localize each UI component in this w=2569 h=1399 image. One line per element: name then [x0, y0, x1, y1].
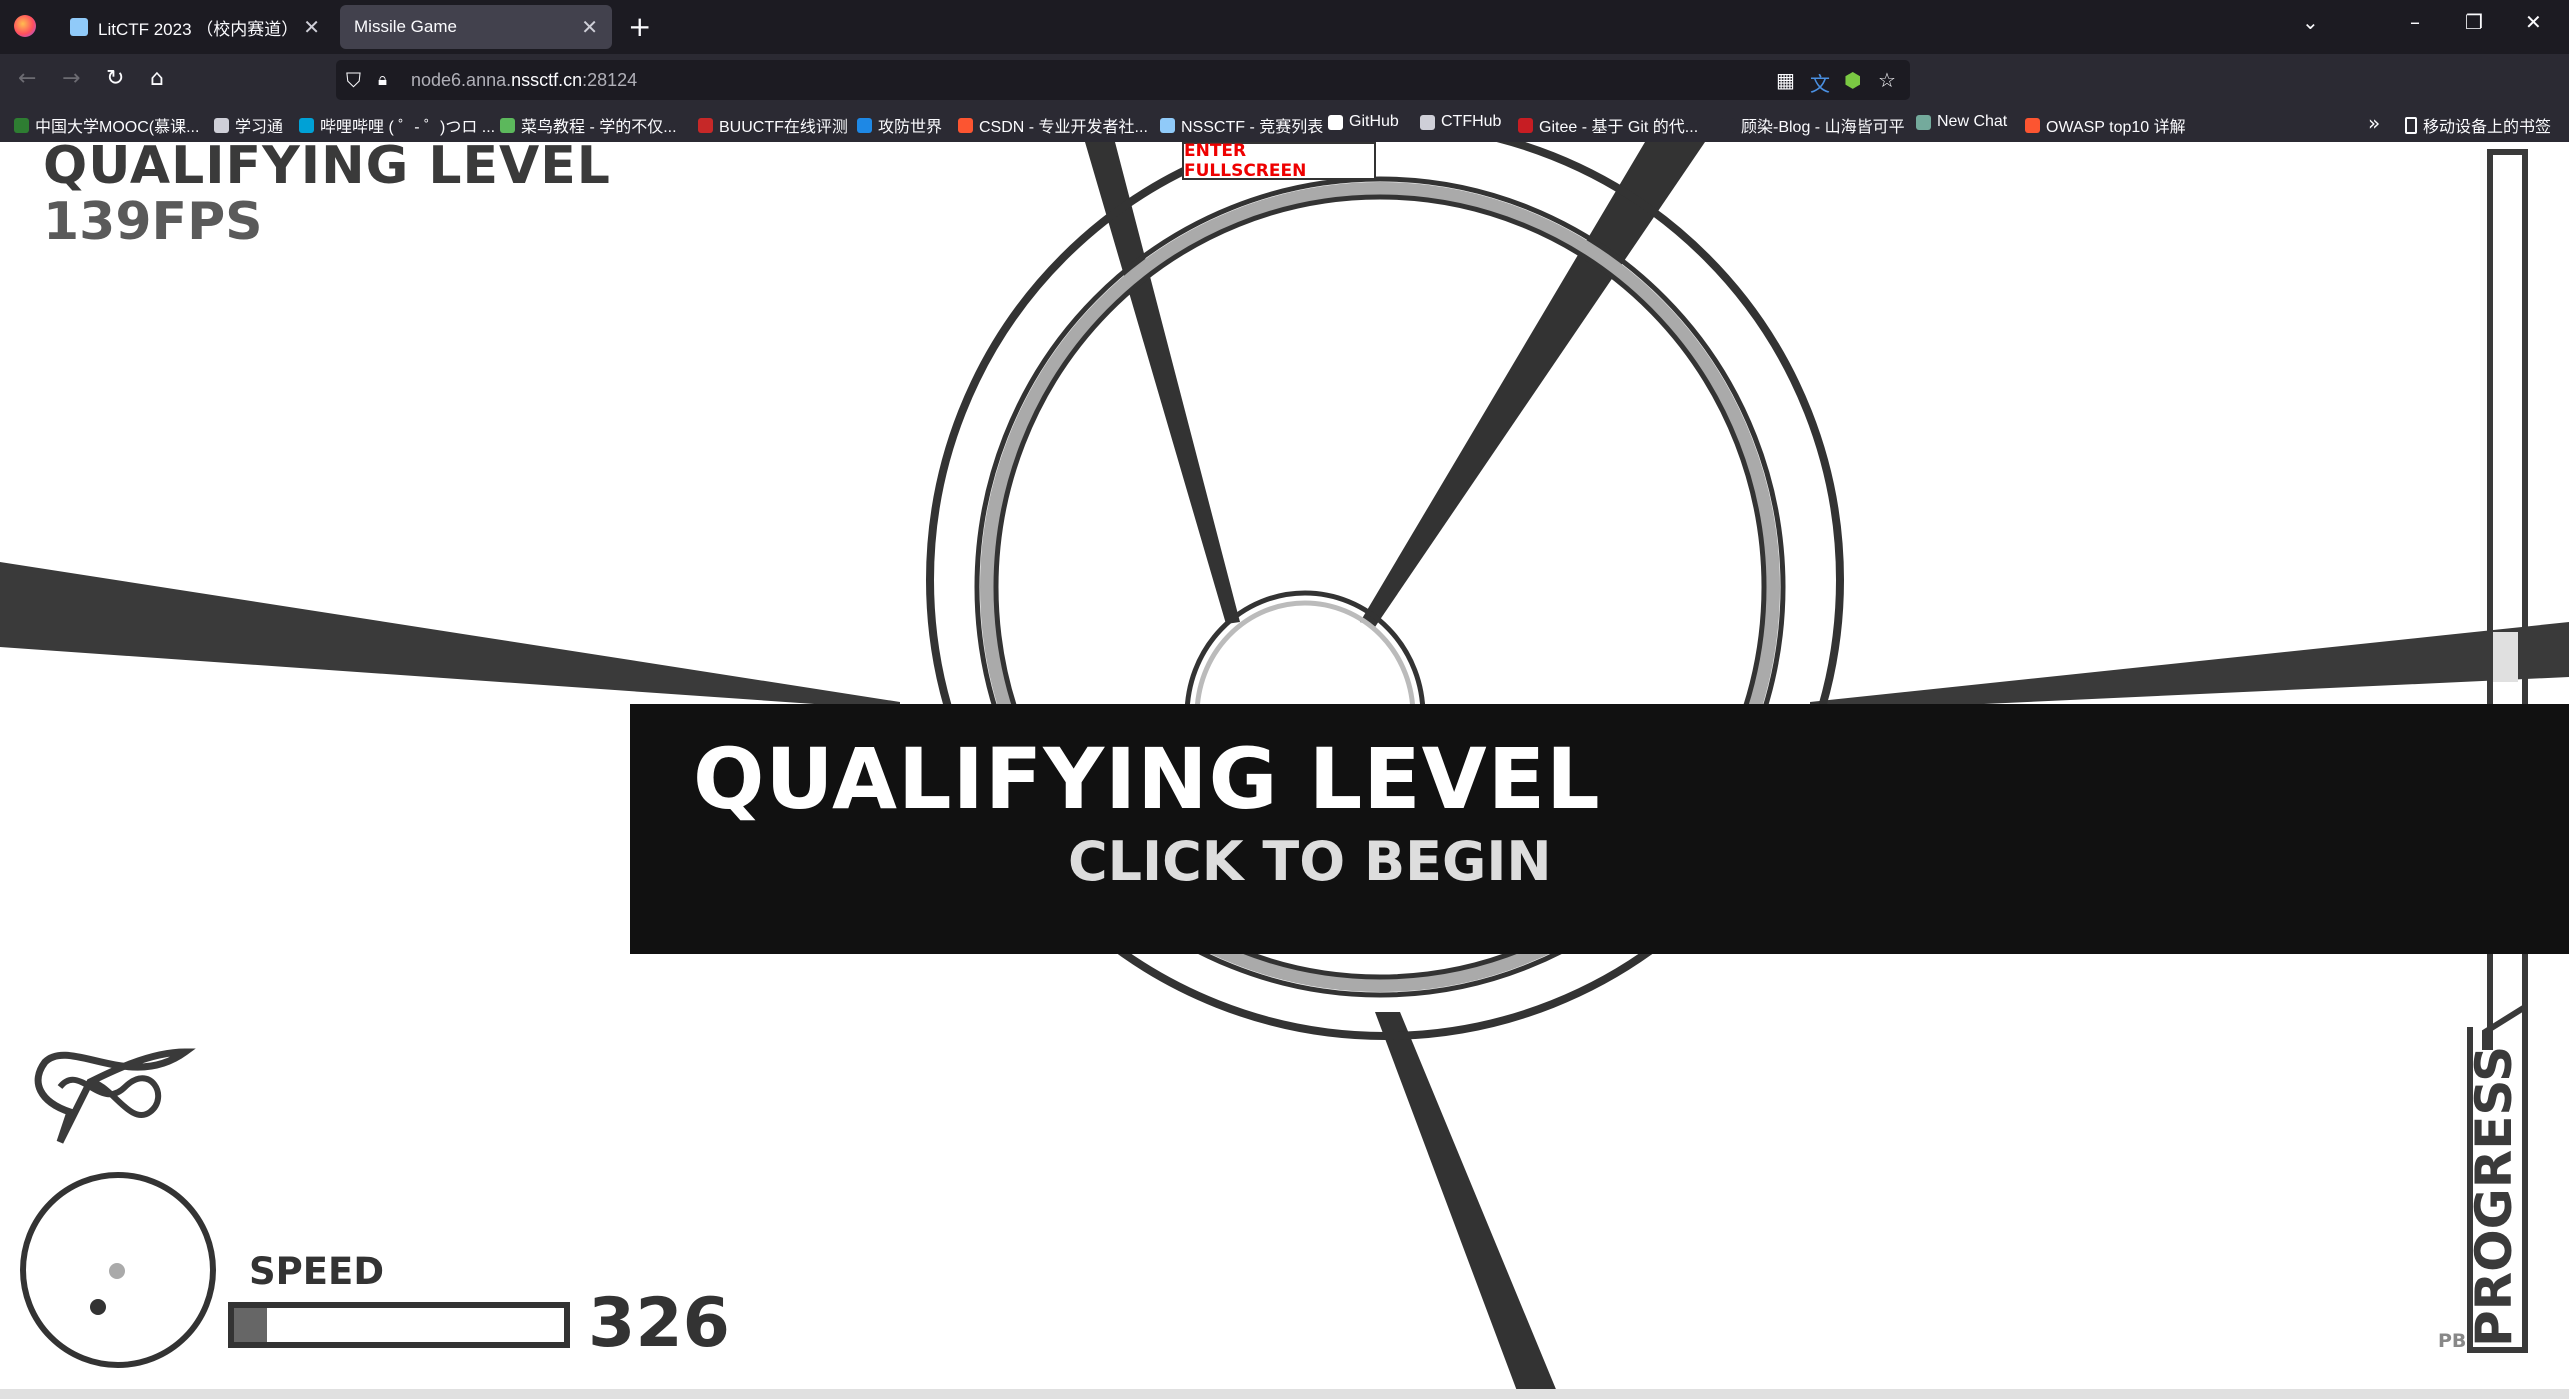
- bookmark-label: 顾染-Blog - 山海皆可平: [1741, 119, 1905, 136]
- click-to-begin-text[interactable]: CLICK TO BEGIN: [1068, 830, 1552, 893]
- bookmark-label: CTFHub: [1441, 113, 1502, 130]
- bookmark-item[interactable]: CSDN - 专业开发者社...: [958, 113, 1148, 137]
- bookmark-item[interactable]: 顾染-Blog - 山海皆可平: [1720, 113, 1905, 137]
- url-text[interactable]: node6.anna.nssctf.cn:28124: [411, 70, 637, 91]
- horizontal-scrollbar[interactable]: [0, 1389, 2569, 1399]
- bookmark-favicon-icon: [299, 117, 314, 133]
- tab-bar: LitCTF 2023 （校内赛道）| NSS ✕ Missile Game ✕…: [0, 0, 2569, 54]
- tab-label: Missile Game: [354, 17, 457, 36]
- bookmark-item[interactable]: BUUCTF在线评测: [698, 113, 848, 137]
- bookmark-label: BUUCTF在线评测: [719, 119, 848, 136]
- extension-icon[interactable]: ⬢: [1844, 68, 1861, 92]
- bookmark-label: New Chat: [1937, 113, 2008, 130]
- progress-label: PROGRESS: [2465, 1045, 2523, 1347]
- bookmark-item[interactable]: CTFHub: [1420, 113, 1501, 131]
- new-tab-icon[interactable]: +: [628, 10, 651, 43]
- bookmark-item[interactable]: GitHub: [1328, 113, 1399, 131]
- restore-icon[interactable]: ❐: [2465, 10, 2483, 34]
- bookmark-label: GitHub: [1349, 113, 1399, 130]
- bookmark-favicon-icon: [214, 117, 229, 133]
- bookmark-label: 哔哩哔哩 ( ゜- ゜)つロ ...: [320, 119, 496, 136]
- minimize-icon[interactable]: –: [2410, 10, 2420, 34]
- game-canvas[interactable]: QUALIFYING LEVEL 139FPS ENTER FULLSCREEN…: [0, 142, 2569, 1399]
- fps-counter: 139FPS: [43, 192, 263, 252]
- start-overlay[interactable]: QUALIFYING LEVEL CLICK TO BEGIN: [630, 704, 2569, 954]
- bookmark-favicon-icon: [2025, 117, 2040, 133]
- speed-label: SPEED: [249, 1250, 385, 1293]
- close-tab-icon[interactable]: ✕: [581, 15, 598, 40]
- shield-icon[interactable]: ⛉: [346, 68, 361, 92]
- back-icon[interactable]: ←: [18, 66, 36, 91]
- forward-icon[interactable]: →: [62, 66, 80, 91]
- personal-best-label: PB: [2438, 1330, 2467, 1352]
- bookmark-label: 中国大学MOOC(慕课...: [35, 119, 200, 136]
- bookmark-star-icon[interactable]: ☆: [1878, 68, 1896, 92]
- bookmark-item[interactable]: 菜鸟教程 - 学的不仅...: [500, 113, 677, 137]
- bookmark-item[interactable]: 哔哩哔哩 ( ゜- ゜)つロ ...: [299, 113, 495, 137]
- bookmark-favicon-icon: [698, 117, 713, 133]
- bookmark-item[interactable]: 攻防世界: [857, 113, 942, 137]
- bookmark-item[interactable]: Gitee - 基于 Git 的代...: [1518, 113, 1698, 137]
- close-tab-icon[interactable]: ✕: [303, 15, 320, 40]
- overlay-title: QUALIFYING LEVEL: [693, 730, 1601, 828]
- bookmark-label: NSSCTF - 竞赛列表: [1181, 119, 1324, 136]
- progress-segment: [2493, 632, 2518, 682]
- bookmark-label: 学习通: [235, 119, 284, 136]
- tab-missile-game[interactable]: Missile Game ✕: [340, 5, 612, 49]
- speed-value: 326: [588, 1284, 730, 1363]
- speed-bar-fill: [234, 1308, 267, 1342]
- missile-icon: [34, 1048, 196, 1144]
- bookmark-favicon-icon: [1720, 117, 1735, 133]
- qr-code-icon[interactable]: ▦: [1776, 68, 1795, 92]
- tab-litctf[interactable]: LitCTF 2023 （校内赛道）| NSS ✕: [56, 5, 334, 49]
- bookmark-favicon-icon: [958, 117, 973, 133]
- hud-level-title: QUALIFYING LEVEL: [43, 142, 611, 196]
- bookmark-label: 菜鸟教程 - 学的不仅...: [521, 119, 677, 136]
- wall-beam: [1810, 622, 2569, 712]
- bookmark-item[interactable]: 学习通: [214, 113, 283, 137]
- radar-blip: [109, 1263, 125, 1279]
- url-bar[interactable]: ⛉ 🔒︎ node6.anna.nssctf.cn:28124 ▦ 文 ⬢ ☆: [336, 60, 1910, 100]
- bookmarks-toolbar: » 移动设备上的书签 中国大学MOOC(慕课... 学习通 哔哩哔哩 ( ゜- ゜)…: [0, 106, 2569, 143]
- bookmark-favicon-icon: [857, 117, 872, 133]
- translate-page-icon[interactable]: 文: [1810, 68, 1830, 97]
- bookmark-label: 攻防世界: [878, 119, 943, 136]
- bookmark-label: OWASP top10 详解: [2046, 119, 2186, 136]
- reload-icon[interactable]: ↻: [106, 66, 124, 91]
- bookmark-favicon-icon: [1328, 114, 1343, 130]
- close-window-icon[interactable]: ✕: [2525, 10, 2542, 34]
- bookmark-favicon-icon: [14, 117, 29, 133]
- bookmark-label: CSDN - 专业开发者社...: [979, 119, 1148, 136]
- bookmark-item[interactable]: New Chat: [1916, 113, 2007, 131]
- lock-icon[interactable]: 🔒︎: [378, 70, 387, 90]
- bookmark-item[interactable]: NSSCTF - 竞赛列表: [1160, 113, 1323, 137]
- bookmark-favicon-icon: [1160, 117, 1175, 133]
- phone-icon: [2405, 116, 2417, 134]
- more-bookmarks-icon[interactable]: »: [2368, 111, 2380, 135]
- mobile-bookmarks[interactable]: 移动设备上的书签: [2405, 113, 2551, 137]
- list-tabs-icon[interactable]: ⌄: [2302, 10, 2319, 34]
- speed-bar: [228, 1302, 570, 1348]
- bookmark-favicon-icon: [500, 117, 515, 133]
- nssctf-tab-icon: [70, 18, 88, 36]
- firefox-icon[interactable]: [14, 15, 36, 37]
- bookmark-favicon-icon: [1420, 114, 1435, 130]
- spoke: [1375, 1012, 1560, 1399]
- home-icon[interactable]: ⌂: [150, 66, 164, 91]
- bookmark-favicon-icon: [1916, 114, 1931, 130]
- enter-fullscreen-button[interactable]: ENTER FULLSCREEN: [1182, 142, 1376, 181]
- radar-player: [90, 1299, 106, 1315]
- wall-beam: [0, 562, 900, 710]
- bookmark-item[interactable]: 中国大学MOOC(慕课...: [14, 113, 199, 137]
- tab-label: LitCTF 2023 （校内赛道）| NSS: [98, 19, 296, 39]
- bookmark-favicon-icon: [1518, 117, 1533, 133]
- bookmark-label: Gitee - 基于 Git 的代...: [1539, 119, 1699, 136]
- bookmark-item[interactable]: OWASP top10 详解: [2025, 113, 2186, 137]
